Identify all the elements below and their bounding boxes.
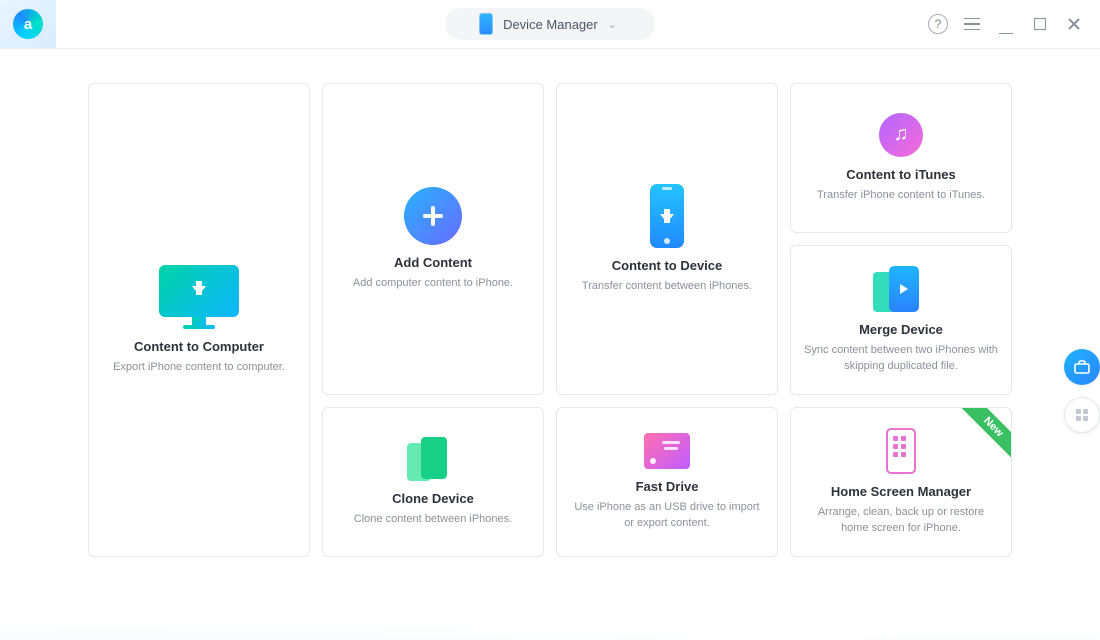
new-badge: New — [961, 407, 1012, 460]
title-bar: a Device Manager ⌄ ? — [0, 0, 1100, 48]
home-screen-icon — [886, 428, 916, 474]
card-add-content[interactable]: Add Content Add computer content to iPho… — [322, 83, 544, 395]
chevron-down-icon: ⌄ — [608, 18, 617, 31]
card-title: Content to iTunes — [846, 167, 956, 182]
phone-icon — [479, 13, 493, 35]
clone-device-icon — [407, 437, 459, 481]
card-title: Content to Device — [612, 258, 723, 273]
close-button[interactable] — [1064, 14, 1084, 34]
card-subtitle: Add computer content to iPhone. — [353, 276, 513, 291]
briefcase-icon — [1073, 358, 1091, 376]
minimize-button[interactable] — [996, 14, 1016, 34]
card-content-to-device[interactable]: Content to Device Transfer content betwe… — [556, 83, 778, 395]
card-subtitle: Clone content between iPhones. — [354, 512, 512, 527]
merge-device-icon — [873, 266, 929, 312]
maximize-button[interactable] — [1030, 14, 1050, 34]
phone-download-icon — [650, 184, 684, 248]
card-title: Content to Computer — [134, 339, 264, 354]
card-subtitle: Export iPhone content to computer. — [113, 360, 285, 375]
menu-button[interactable] — [962, 14, 982, 34]
card-fast-drive[interactable]: Fast Drive Use iPhone as an USB drive to… — [556, 407, 778, 557]
plus-circle-icon — [404, 187, 462, 245]
app-logo-box: a — [0, 0, 56, 48]
grid-icon — [1076, 409, 1088, 421]
app-logo-icon: a — [13, 9, 43, 39]
card-subtitle: Transfer iPhone content to iTunes. — [817, 188, 985, 203]
card-clone-device[interactable]: Clone Device Clone content between iPhon… — [322, 407, 544, 557]
monitor-download-icon — [159, 265, 239, 329]
card-merge-device[interactable]: Merge Device Sync content between two iP… — [790, 245, 1012, 395]
card-title: Clone Device — [392, 491, 474, 506]
card-title: Home Screen Manager — [831, 484, 971, 499]
device-selector-label: Device Manager — [503, 17, 598, 32]
help-button[interactable]: ? — [928, 14, 948, 34]
card-title: Fast Drive — [636, 479, 699, 494]
card-subtitle: Arrange, clean, back up or restore home … — [803, 505, 999, 536]
card-content-to-itunes[interactable]: ♫ Content to iTunes Transfer iPhone cont… — [790, 83, 1012, 233]
card-title: Add Content — [394, 255, 472, 270]
dock-toolbox-button[interactable] — [1064, 349, 1100, 385]
card-title: Merge Device — [859, 322, 943, 337]
main-stage: Content to Computer Export iPhone conten… — [0, 49, 1100, 640]
card-subtitle: Transfer content between iPhones. — [582, 279, 752, 294]
card-subtitle: Use iPhone as an USB drive to import or … — [569, 500, 765, 531]
card-subtitle: Sync content between two iPhones with sk… — [803, 343, 999, 374]
window-controls: ? — [928, 14, 1100, 34]
card-content-to-computer[interactable]: Content to Computer Export iPhone conten… — [88, 83, 310, 557]
dock-grid-button[interactable] — [1064, 397, 1100, 433]
feature-grid: Content to Computer Export iPhone conten… — [88, 83, 1012, 557]
device-selector[interactable]: Device Manager ⌄ — [445, 8, 655, 40]
music-note-icon: ♫ — [879, 113, 923, 157]
drive-icon — [644, 433, 690, 469]
side-dock — [1064, 349, 1100, 433]
card-home-screen-manager[interactable]: New Home Screen Manager Arrange, clean, … — [790, 407, 1012, 557]
